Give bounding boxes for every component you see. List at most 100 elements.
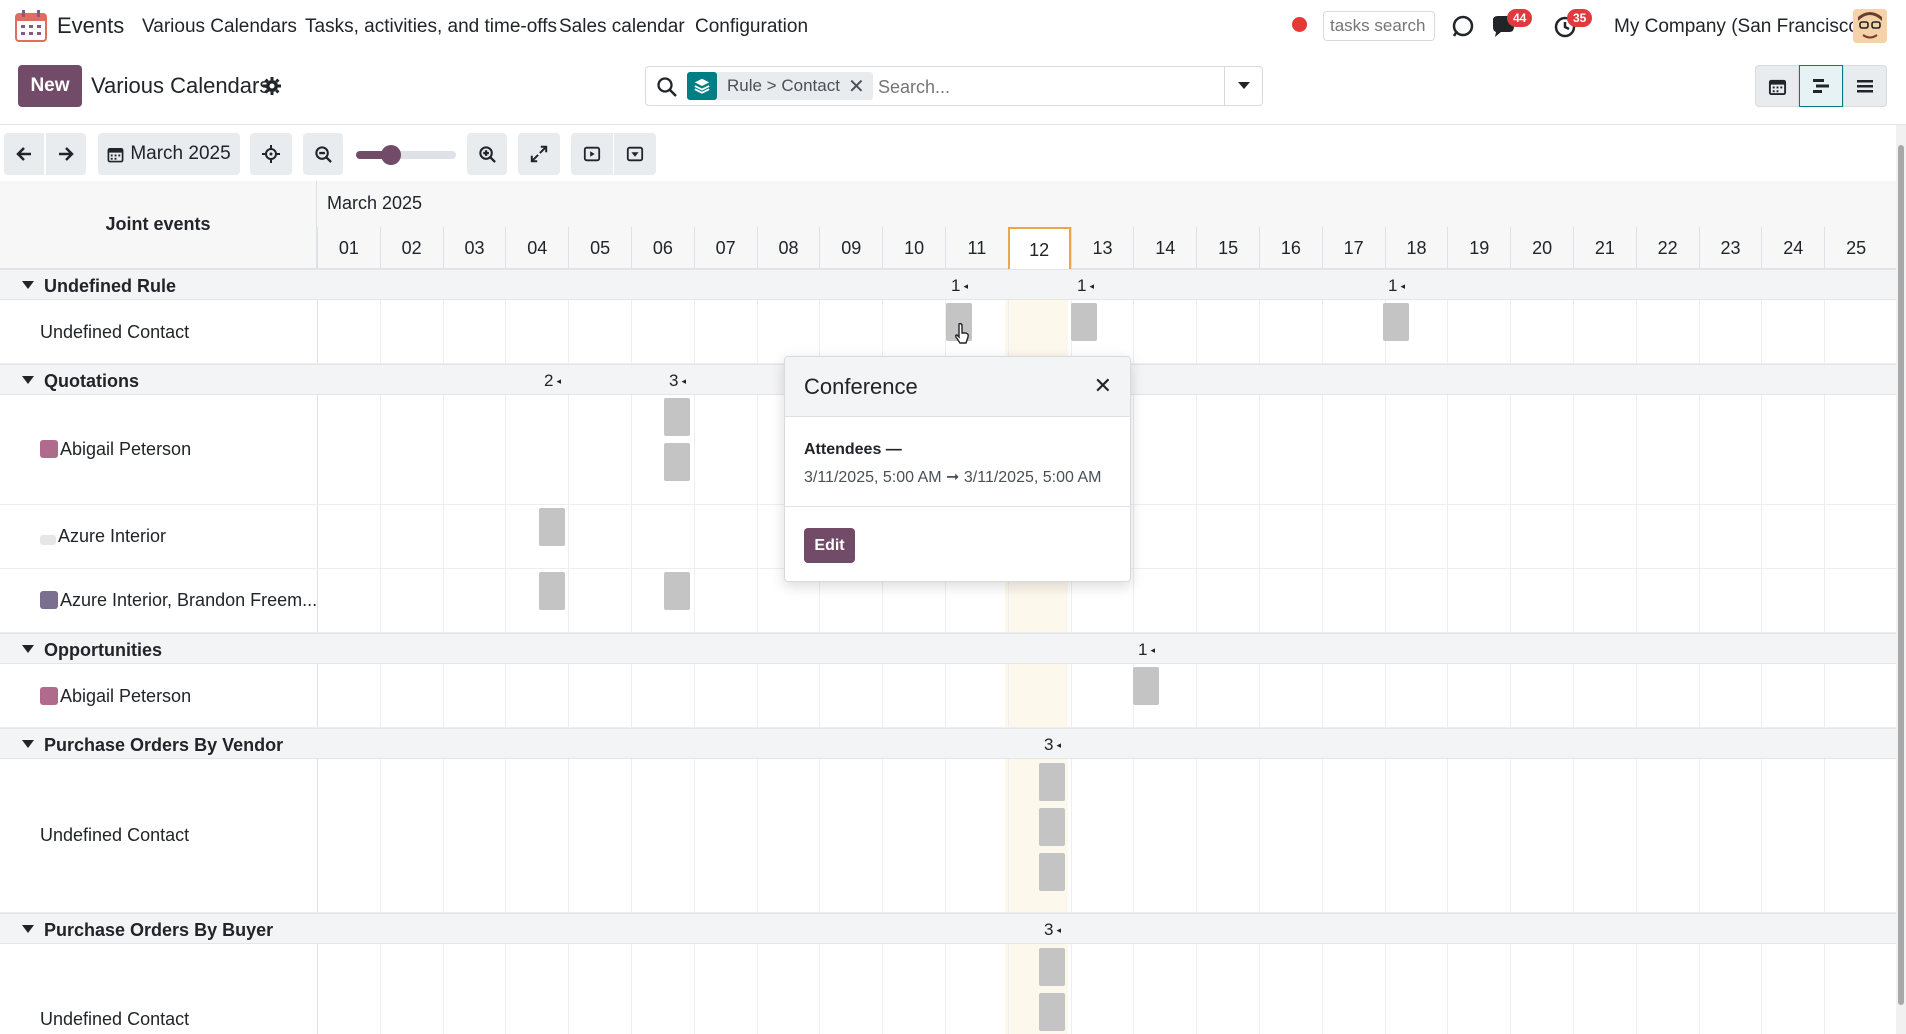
company-switcher[interactable]: My Company (San Francisco) [1614,16,1865,38]
day-header-03: 03 [442,227,506,269]
edit-button[interactable]: Edit [804,528,855,563]
group-opportunities[interactable]: Opportunities [0,633,1896,664]
previous-button[interactable] [4,133,44,175]
day-header-22: 22 [1635,227,1699,269]
next-button[interactable] [46,133,86,175]
expand-rows-button[interactable] [571,133,613,175]
messages-badge: 44 [1507,9,1533,27]
user-avatar[interactable] [1853,9,1887,43]
today-focus-button[interactable] [250,133,292,175]
day-header-05: 05 [568,227,631,269]
day-header-12: 12 [1007,227,1071,269]
event-count[interactable]: 1 [951,276,968,296]
menu-configuration[interactable]: Configuration [695,16,808,38]
control-panel-divider [0,124,1906,125]
event-pill[interactable] [1133,667,1159,705]
zoom-slider-thumb[interactable] [381,145,401,165]
event-pill[interactable] [1039,808,1065,846]
gear-icon[interactable] [262,76,282,96]
caret-down-icon [22,281,34,290]
expand-button[interactable] [518,133,560,175]
arrow-right-icon [59,147,74,161]
top-navbar: Events Various Calendars Tasks, activiti… [0,0,1906,54]
event-pill[interactable] [1039,853,1065,891]
menu-tasks-activities[interactable]: Tasks, activities, and time-offs [305,16,557,38]
day-header-13: 13 [1070,227,1134,269]
day-header-10: 10 [882,227,945,269]
popover-divider [785,506,1130,507]
day-header-18: 18 [1384,227,1448,269]
gantt-timeline-header: March 2025 01 02 03 04 05 06 07 08 09 10 11 12 13 14 1… [317,181,1896,269]
new-button[interactable]: New [18,65,82,107]
event-pill[interactable] [1071,303,1097,341]
facet-remove-icon[interactable]: ✕ [848,74,873,99]
event-pill[interactable] [1039,948,1065,986]
event-count[interactable]: 2 [544,371,561,391]
group-title: Purchase Orders By Vendor [44,735,284,755]
gantt-month-label: March 2025 [327,193,423,213]
event-pill[interactable] [539,572,565,610]
calendar-app-icon[interactable] [14,9,48,43]
day-header-09: 09 [819,227,882,269]
event-count[interactable]: 1 [1138,640,1155,660]
scrollbar-thumb[interactable] [1898,145,1904,1005]
view-gantt-button[interactable] [1799,65,1843,107]
search-options-toggle[interactable] [1224,67,1262,105]
gantt-view-icon [1813,79,1829,93]
event-count[interactable]: 3 [1044,920,1061,940]
event-pill[interactable] [1383,303,1409,341]
zoom-slider[interactable] [356,145,456,165]
view-calendar-button[interactable] [1755,65,1799,107]
view-list-button[interactable] [1843,65,1887,107]
zoom-in-button[interactable] [467,133,507,175]
event-count[interactable]: 1 [1077,276,1094,296]
day-header-21: 21 [1573,227,1636,269]
day-header-06: 06 [631,227,694,269]
recording-indicator-icon[interactable] [1292,17,1307,32]
menu-sales-calendar[interactable]: Sales calendar [559,16,685,38]
search-input[interactable] [878,73,1208,101]
caret-down-icon [22,645,34,654]
voip-phone-icon[interactable] [1449,12,1477,40]
gantt-chart: Joint events March 2025 01 02 03 04 05 06 07 08… [0,181,1896,1034]
popover-header: Conference ✕ [785,357,1130,417]
event-pill[interactable] [664,572,690,610]
day-header-17: 17 [1321,227,1385,269]
event-count[interactable]: 3 [669,371,686,391]
event-pill[interactable] [539,508,565,546]
vertical-scrollbar[interactable] [1896,125,1906,1034]
tasks-search-input[interactable] [1323,11,1435,41]
activities-badge: 35 [1567,9,1593,27]
day-header-23: 23 [1698,227,1762,269]
group-undefined-rule[interactable]: Undefined Rule [0,269,1896,300]
event-pill[interactable] [664,443,690,481]
avatar [40,591,58,609]
date-label: March 2025 [130,143,231,164]
day-header-15: 15 [1196,227,1259,269]
caret-down-icon [1237,82,1250,89]
menu-various-calendars[interactable]: Various Calendars [142,16,297,38]
app-name[interactable]: Events [57,13,124,39]
day-header-07: 07 [693,227,757,269]
day-header-02: 02 [379,227,443,269]
avatar [40,440,58,458]
event-pill[interactable] [1039,763,1065,801]
event-count[interactable]: 1 [1388,276,1405,296]
event-pill[interactable] [664,398,690,436]
event-count[interactable]: 3 [1044,735,1061,755]
group-title: Quotations [44,371,139,391]
zoom-out-button[interactable] [303,133,343,175]
collapse-rows-button[interactable] [614,133,656,175]
popover-attendees: Attendees — [804,441,902,458]
search-icon[interactable] [656,76,678,98]
calendar-view-icon [1768,79,1786,95]
date-picker-button[interactable]: March 2025 [98,133,240,175]
close-icon[interactable]: ✕ [1094,373,1112,399]
group-title: Opportunities [44,640,162,660]
gantt-row: Undefined Contact [0,944,1896,1034]
group-purchase-orders-buyer[interactable]: Purchase Orders By Buyer [0,913,1896,944]
caret-down-icon [22,376,34,385]
list-view-icon [1857,80,1873,93]
event-pill[interactable] [1039,993,1065,1031]
group-purchase-orders-vendor[interactable]: Purchase Orders By Vendor [0,728,1896,759]
